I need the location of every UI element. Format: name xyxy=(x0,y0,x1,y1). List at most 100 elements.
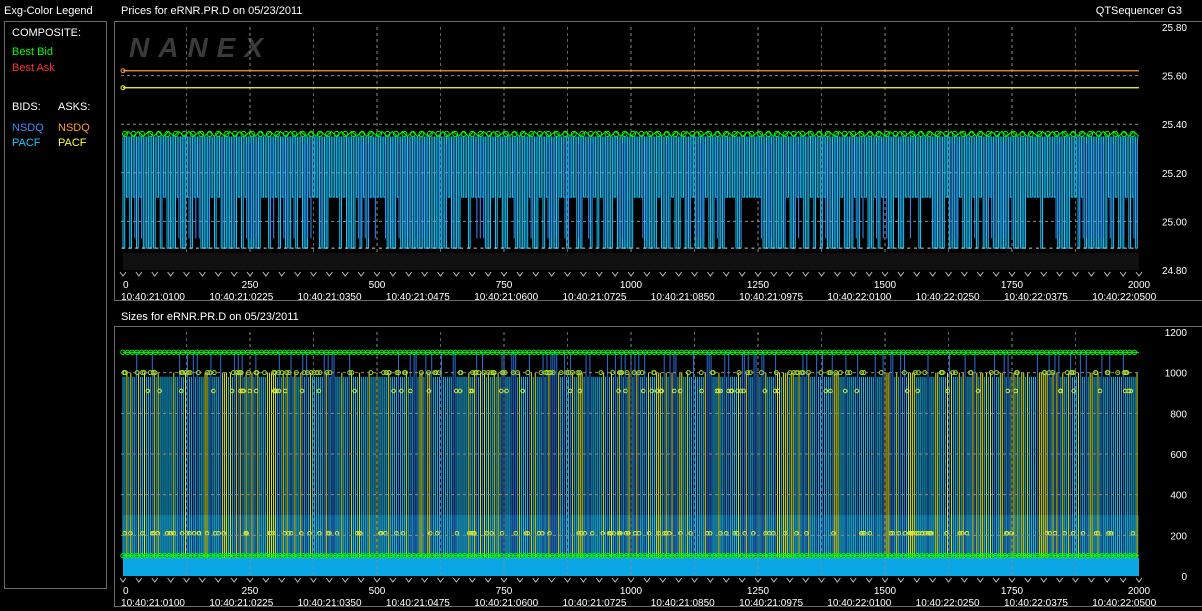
size-x-tick-mark xyxy=(691,577,698,583)
size-x-tick-mark xyxy=(1072,577,1079,583)
size-y-tick-label: 400 xyxy=(1170,491,1187,502)
price-x-tick-mark xyxy=(452,271,460,277)
size-x-tick-mark xyxy=(1103,577,1111,583)
size-time-label: 10:40:21:0725 xyxy=(562,598,626,606)
size-x-tick-label: 1750 xyxy=(1001,586,1024,597)
size-y-tick-label: 1200 xyxy=(1165,328,1188,339)
size-chart-panel: 0 250 500 750 1000 1250 1500 1750 2000 10:40:21:0… xyxy=(114,326,1202,609)
price-x-tick-mark xyxy=(1024,271,1032,277)
size-x-tick-mark xyxy=(643,577,651,583)
price-x-tick-mark xyxy=(278,271,286,277)
price-x-tick-label: 750 xyxy=(496,280,513,291)
app-title: QTSequencer G3 xyxy=(1095,5,1182,17)
size-x-tick-mark xyxy=(659,577,667,583)
price-x-tick-mark xyxy=(373,271,381,277)
size-x-tick-mark xyxy=(770,577,778,583)
price-x-tick-mark xyxy=(770,271,778,277)
size-x-tick-label: 1500 xyxy=(874,586,897,597)
size-x-tick-label: 1250 xyxy=(747,586,770,597)
price-x-tick-mark xyxy=(468,271,476,277)
price-time-label: 10:40:21:0100 xyxy=(121,292,185,300)
legend-panel-title: Exg-Color Legend xyxy=(4,5,93,17)
size-x-tick-mark xyxy=(373,577,381,583)
price-x-tick-mark xyxy=(437,271,444,277)
size-x-tick-mark xyxy=(802,577,810,583)
size-x-tick-mark xyxy=(151,577,159,583)
ask-nsdq-label: NSDQ xyxy=(58,122,90,134)
size-x-tick-mark xyxy=(500,577,508,583)
price-x-tick-mark xyxy=(1008,271,1016,277)
size-x-tick-mark xyxy=(738,577,746,583)
ask-pacf-label: PACF xyxy=(58,137,87,149)
size-x-tick-mark xyxy=(341,577,349,583)
size-time-label: 10:40:21:0100 xyxy=(121,598,185,606)
price-x-tick-label: 0 xyxy=(123,280,129,291)
size-time-label: 10:40:21:0225 xyxy=(209,598,273,606)
size-x-tick-mark xyxy=(564,577,571,583)
size-x-tick-mark xyxy=(913,577,921,583)
size-x-tick-mark xyxy=(278,577,286,583)
price-x-tick-mark xyxy=(897,271,905,277)
price-x-tick-mark xyxy=(119,271,127,277)
price-time-label: 10:40:21:0225 xyxy=(209,292,273,300)
size-x-tick-mark xyxy=(865,577,873,583)
price-time-label: 10:40:21:0350 xyxy=(298,292,362,300)
price-x-tick-mark xyxy=(833,271,841,277)
size-x-tick-mark xyxy=(611,577,619,583)
price-time-label: 10:40:21:0975 xyxy=(739,292,803,300)
size-x-tick-mark xyxy=(929,577,937,583)
size-x-tick-mark xyxy=(437,577,444,583)
size-time-label: 10:40:21:0475 xyxy=(386,598,450,606)
price-x-tick-mark xyxy=(389,271,397,277)
price-x-tick-mark xyxy=(722,271,730,277)
size-x-tick-mark xyxy=(754,577,762,583)
price-x-tick-mark xyxy=(913,271,921,277)
size-x-tick-label: 1000 xyxy=(620,586,643,597)
size-x-tick-mark xyxy=(484,577,492,583)
price-x-tick-mark xyxy=(294,271,302,277)
size-x-tick-mark xyxy=(119,577,127,583)
best-ask-label: Best Ask xyxy=(12,62,55,74)
price-x-tick-mark xyxy=(818,271,825,277)
price-x-tick-mark xyxy=(246,271,254,277)
price-x-tick-mark xyxy=(516,271,524,277)
size-time-label: 10:40:22:0375 xyxy=(1004,598,1068,606)
price-y-tick-label: 25.80 xyxy=(1162,23,1187,34)
size-x-tick-mark xyxy=(389,577,397,583)
price-y-tick-label: 25.20 xyxy=(1162,169,1187,180)
bid-pacf-label: PACF xyxy=(12,137,41,149)
size-x-tick-mark xyxy=(262,577,270,583)
price-x-tick-mark xyxy=(532,271,540,277)
size-x-tick-label: 0 xyxy=(123,586,129,597)
price-x-tick-label: 250 xyxy=(242,280,259,291)
price-x-tick-mark xyxy=(500,271,508,277)
size-x-tick-mark xyxy=(230,577,238,583)
price-x-tick-mark xyxy=(960,271,968,277)
size-x-tick-mark xyxy=(135,577,143,583)
price-x-tick-mark xyxy=(659,271,667,277)
price-x-tick-mark xyxy=(230,271,238,277)
price-x-tick-mark xyxy=(357,271,365,277)
size-time-label: 10:40:21:0850 xyxy=(651,598,715,606)
asks-label: ASKS: xyxy=(58,101,91,113)
price-x-tick-mark xyxy=(945,271,952,277)
size-x-tick-mark xyxy=(1119,577,1127,583)
price-bottom-band xyxy=(123,252,1139,270)
price-x-tick-mark xyxy=(976,271,984,277)
price-x-tick-mark xyxy=(405,271,413,277)
price-x-tick-label: 2000 xyxy=(1128,280,1151,291)
price-x-tick-mark xyxy=(198,271,206,277)
size-x-tick-label: 250 xyxy=(242,586,259,597)
size-y-tick-label: 1000 xyxy=(1165,369,1188,380)
price-x-tick-mark xyxy=(691,271,698,277)
price-x-tick-mark xyxy=(786,271,794,277)
price-x-tick-mark xyxy=(627,271,635,277)
size-y-tick-label: 600 xyxy=(1170,450,1187,461)
price-chart: NANEX 0 250 500 750 1000 1250 1500 1750 200010:4… xyxy=(119,23,1187,303)
price-time-label: 10:40:22:0500 xyxy=(1092,292,1156,300)
size-x-tick-mark xyxy=(722,577,730,583)
price-y-tick-label: 25.00 xyxy=(1162,217,1187,228)
price-time-label: 10:40:21:0600 xyxy=(474,292,538,300)
size-x-tick-mark xyxy=(1040,577,1048,583)
price-x-tick-mark xyxy=(310,271,317,277)
